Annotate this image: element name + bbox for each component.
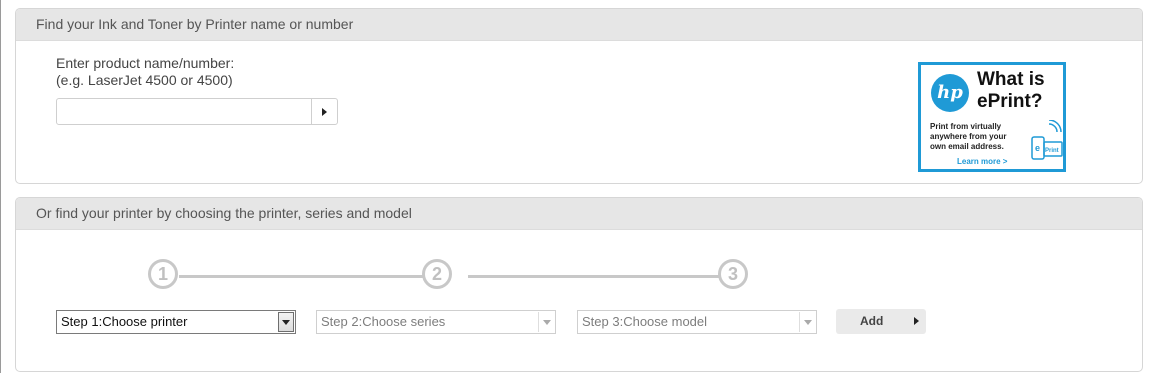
search-label: Enter product name/number: — [56, 55, 235, 71]
search-submit-button[interactable] — [311, 99, 337, 124]
printer-select[interactable]: Step 1:Choose printer — [56, 310, 296, 334]
search-example: (e.g. LaserJet 4500 or 4500) — [56, 72, 233, 88]
ad-headline: What is ePrint? — [977, 69, 1045, 113]
model-select-value: Step 3:Choose model — [582, 314, 708, 329]
finder-panel: Or find your printer by choosing the pri… — [15, 197, 1143, 372]
arrow-right-icon — [322, 107, 327, 116]
search-box — [56, 98, 338, 125]
step-connector-1-2 — [179, 275, 437, 278]
device-badge-label: Print — [1045, 148, 1059, 154]
step-connector-2-3 — [468, 275, 723, 278]
model-select[interactable]: Step 3:Choose model — [577, 310, 817, 334]
eprint-device-icon: e Print — [1031, 120, 1063, 160]
svg-text:e: e — [1035, 143, 1040, 153]
search-panel: Find your Ink and Toner by Printer name … — [15, 8, 1143, 184]
product-search-input[interactable] — [57, 99, 309, 124]
learn-more-link[interactable]: Learn more > — [957, 157, 1007, 166]
ad-body-line3: own email address. — [930, 142, 1004, 151]
add-button[interactable]: Add — [836, 309, 926, 334]
eprint-ad-banner[interactable]: hp What is ePrint? Print from virtually … — [918, 62, 1066, 172]
ad-headline-line1: What is — [977, 69, 1045, 90]
ad-body-line1: Print from virtually — [930, 122, 1002, 131]
ad-headline-line2: ePrint? — [977, 91, 1043, 112]
finder-panel-title: Or find your printer by choosing the pri… — [16, 198, 1142, 230]
step-2-indicator: 2 — [422, 259, 452, 289]
dropdown-arrow-icon — [538, 312, 554, 332]
window-edge — [0, 0, 1, 373]
hp-logo: hp — [931, 74, 969, 112]
step-1-indicator: 1 — [148, 259, 178, 289]
arrow-right-icon — [914, 317, 919, 325]
printer-select-value: Step 1:Choose printer — [61, 314, 188, 329]
ad-body-line2: anywhere from your — [930, 132, 1007, 141]
series-select-value: Step 2:Choose series — [321, 314, 446, 329]
search-panel-title: Find your Ink and Toner by Printer name … — [16, 9, 1142, 41]
dropdown-arrow-icon — [278, 312, 294, 332]
add-button-label: Add — [860, 314, 884, 328]
series-select[interactable]: Step 2:Choose series — [316, 310, 556, 334]
dropdown-arrow-icon — [799, 312, 815, 332]
step-3-indicator: 3 — [718, 259, 748, 289]
ad-body: Print from virtually anywhere from your … — [930, 122, 1026, 152]
